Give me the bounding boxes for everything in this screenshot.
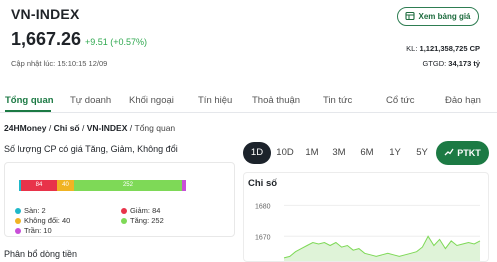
- range-1m[interactable]: 1M: [302, 142, 322, 164]
- trade-value-label: GTGD:: [422, 59, 447, 68]
- tab-tin-tuc[interactable]: Tin tức: [323, 95, 352, 106]
- range-6m[interactable]: 6M: [357, 142, 377, 164]
- trade-value-text: 34,173 tỷ: [448, 59, 480, 68]
- breadth-segment-tran: [181, 180, 187, 191]
- technical-analysis-button[interactable]: PTKT: [436, 141, 489, 165]
- tab-thoa-thuan[interactable]: Thoả thuận: [252, 95, 300, 106]
- range-10d[interactable]: 10D: [274, 142, 296, 164]
- index-chart-card: Chỉ số 1680 1670: [243, 172, 489, 262]
- breadth-card: 84 40 252 Sàn: 2 Không đổi: 40 Trần: 10 Gi…: [4, 162, 235, 237]
- tab-tong-quan[interactable]: Tổng quan: [5, 95, 54, 106]
- breadth-segment-tang: 252: [74, 180, 182, 191]
- index-chart: 1680 1670: [255, 203, 481, 261]
- breadcrumb: 24HMoney / Chỉ số / VN-INDEX / Tổng quan: [4, 123, 175, 133]
- tab-co-tuc[interactable]: Cổ tức: [386, 95, 415, 106]
- legend-khong-doi: Không đổi: 40: [15, 216, 70, 225]
- breadcrumb-separator: /: [129, 123, 133, 133]
- tab-khoi-ngoai[interactable]: Khối ngoại: [129, 95, 174, 106]
- index-title: VN-INDEX: [11, 6, 80, 22]
- index-price: 1,667.26: [11, 29, 82, 49]
- view-price-table-button[interactable]: Xem bảng giá: [397, 7, 479, 26]
- giam-dot: [121, 207, 127, 214]
- tab-tin-hieu[interactable]: Tín hiệu: [198, 95, 232, 106]
- legend-tang: Tăng: 252: [121, 216, 164, 225]
- breadcrumb-vnindex[interactable]: VN-INDEX: [87, 123, 128, 133]
- updated-time: Cập nhật lúc: 15:10:15 12/09: [11, 59, 108, 68]
- y-tick-label: 1670: [255, 234, 271, 241]
- san-dot: [15, 207, 21, 214]
- legend-san: Sàn: 2: [15, 206, 46, 215]
- view-price-table-label: Xem bảng giá: [418, 12, 471, 21]
- breadth-segment-giam: 84: [21, 180, 57, 191]
- legend-tang-label: Tăng: 252: [130, 216, 164, 225]
- tang-dot: [121, 217, 127, 224]
- range-1d[interactable]: 1D: [243, 142, 271, 164]
- legend-tran: Trần: 10: [15, 226, 52, 235]
- legend-san-label: Sàn: 2: [24, 206, 46, 215]
- khong-doi-dot: [15, 217, 21, 224]
- legend-giam-label: Giảm: 84: [130, 206, 161, 215]
- money-flow-title: Phân bổ dòng tiền: [4, 249, 78, 259]
- y-tick-label: 1680: [255, 203, 271, 210]
- range-5y[interactable]: 5Y: [413, 142, 431, 164]
- breadcrumb-indices[interactable]: Chỉ số: [54, 123, 80, 133]
- index-change: +9.51 (+0.57%): [85, 37, 148, 47]
- range-3m[interactable]: 3M: [329, 142, 349, 164]
- breadth-segment-khongdoi: 40: [56, 180, 75, 191]
- index-area: [284, 236, 480, 261]
- breadth-title: Số lượng CP có giá Tăng, Giảm, Không đổi: [4, 144, 178, 154]
- breadcrumb-separator: /: [82, 123, 85, 133]
- active-tab-indicator: [5, 110, 51, 112]
- tab-dao-han[interactable]: Đảo hạn: [445, 95, 481, 106]
- trade-value-stat: GTGD: 34,173 tỷ: [422, 59, 480, 68]
- legend-giam: Giảm: 84: [121, 206, 160, 215]
- tran-dot: [15, 227, 21, 234]
- legend-tran-label: Trần: 10: [24, 226, 52, 235]
- volume-stat: KL: 1,121,358,725 CP: [406, 44, 480, 53]
- price-board-icon: [405, 11, 416, 23]
- breadcrumb-separator: /: [48, 123, 52, 133]
- tab-bar: Tổng quan Tự doanh Khối ngoại Tín hiệu T…: [0, 86, 497, 113]
- technical-analysis-label: PTKT: [457, 148, 481, 158]
- range-1y[interactable]: 1Y: [386, 142, 404, 164]
- tab-tu-doanh[interactable]: Tự doanh: [70, 95, 111, 106]
- breadcrumb-current: Tổng quan: [134, 123, 176, 133]
- volume-value-text: 1,121,358,725 CP: [419, 44, 480, 53]
- volume-label: KL:: [406, 44, 418, 53]
- breadth-bar: 84 40 252: [19, 180, 187, 191]
- breadcrumb-home[interactable]: 24HMoney: [4, 123, 47, 133]
- range-selector: 1D 10D 1M 3M 6M 1Y 5Y PTKT: [243, 141, 489, 165]
- legend-khong-doi-label: Không đổi: 40: [24, 216, 71, 225]
- chart-icon: [444, 147, 454, 159]
